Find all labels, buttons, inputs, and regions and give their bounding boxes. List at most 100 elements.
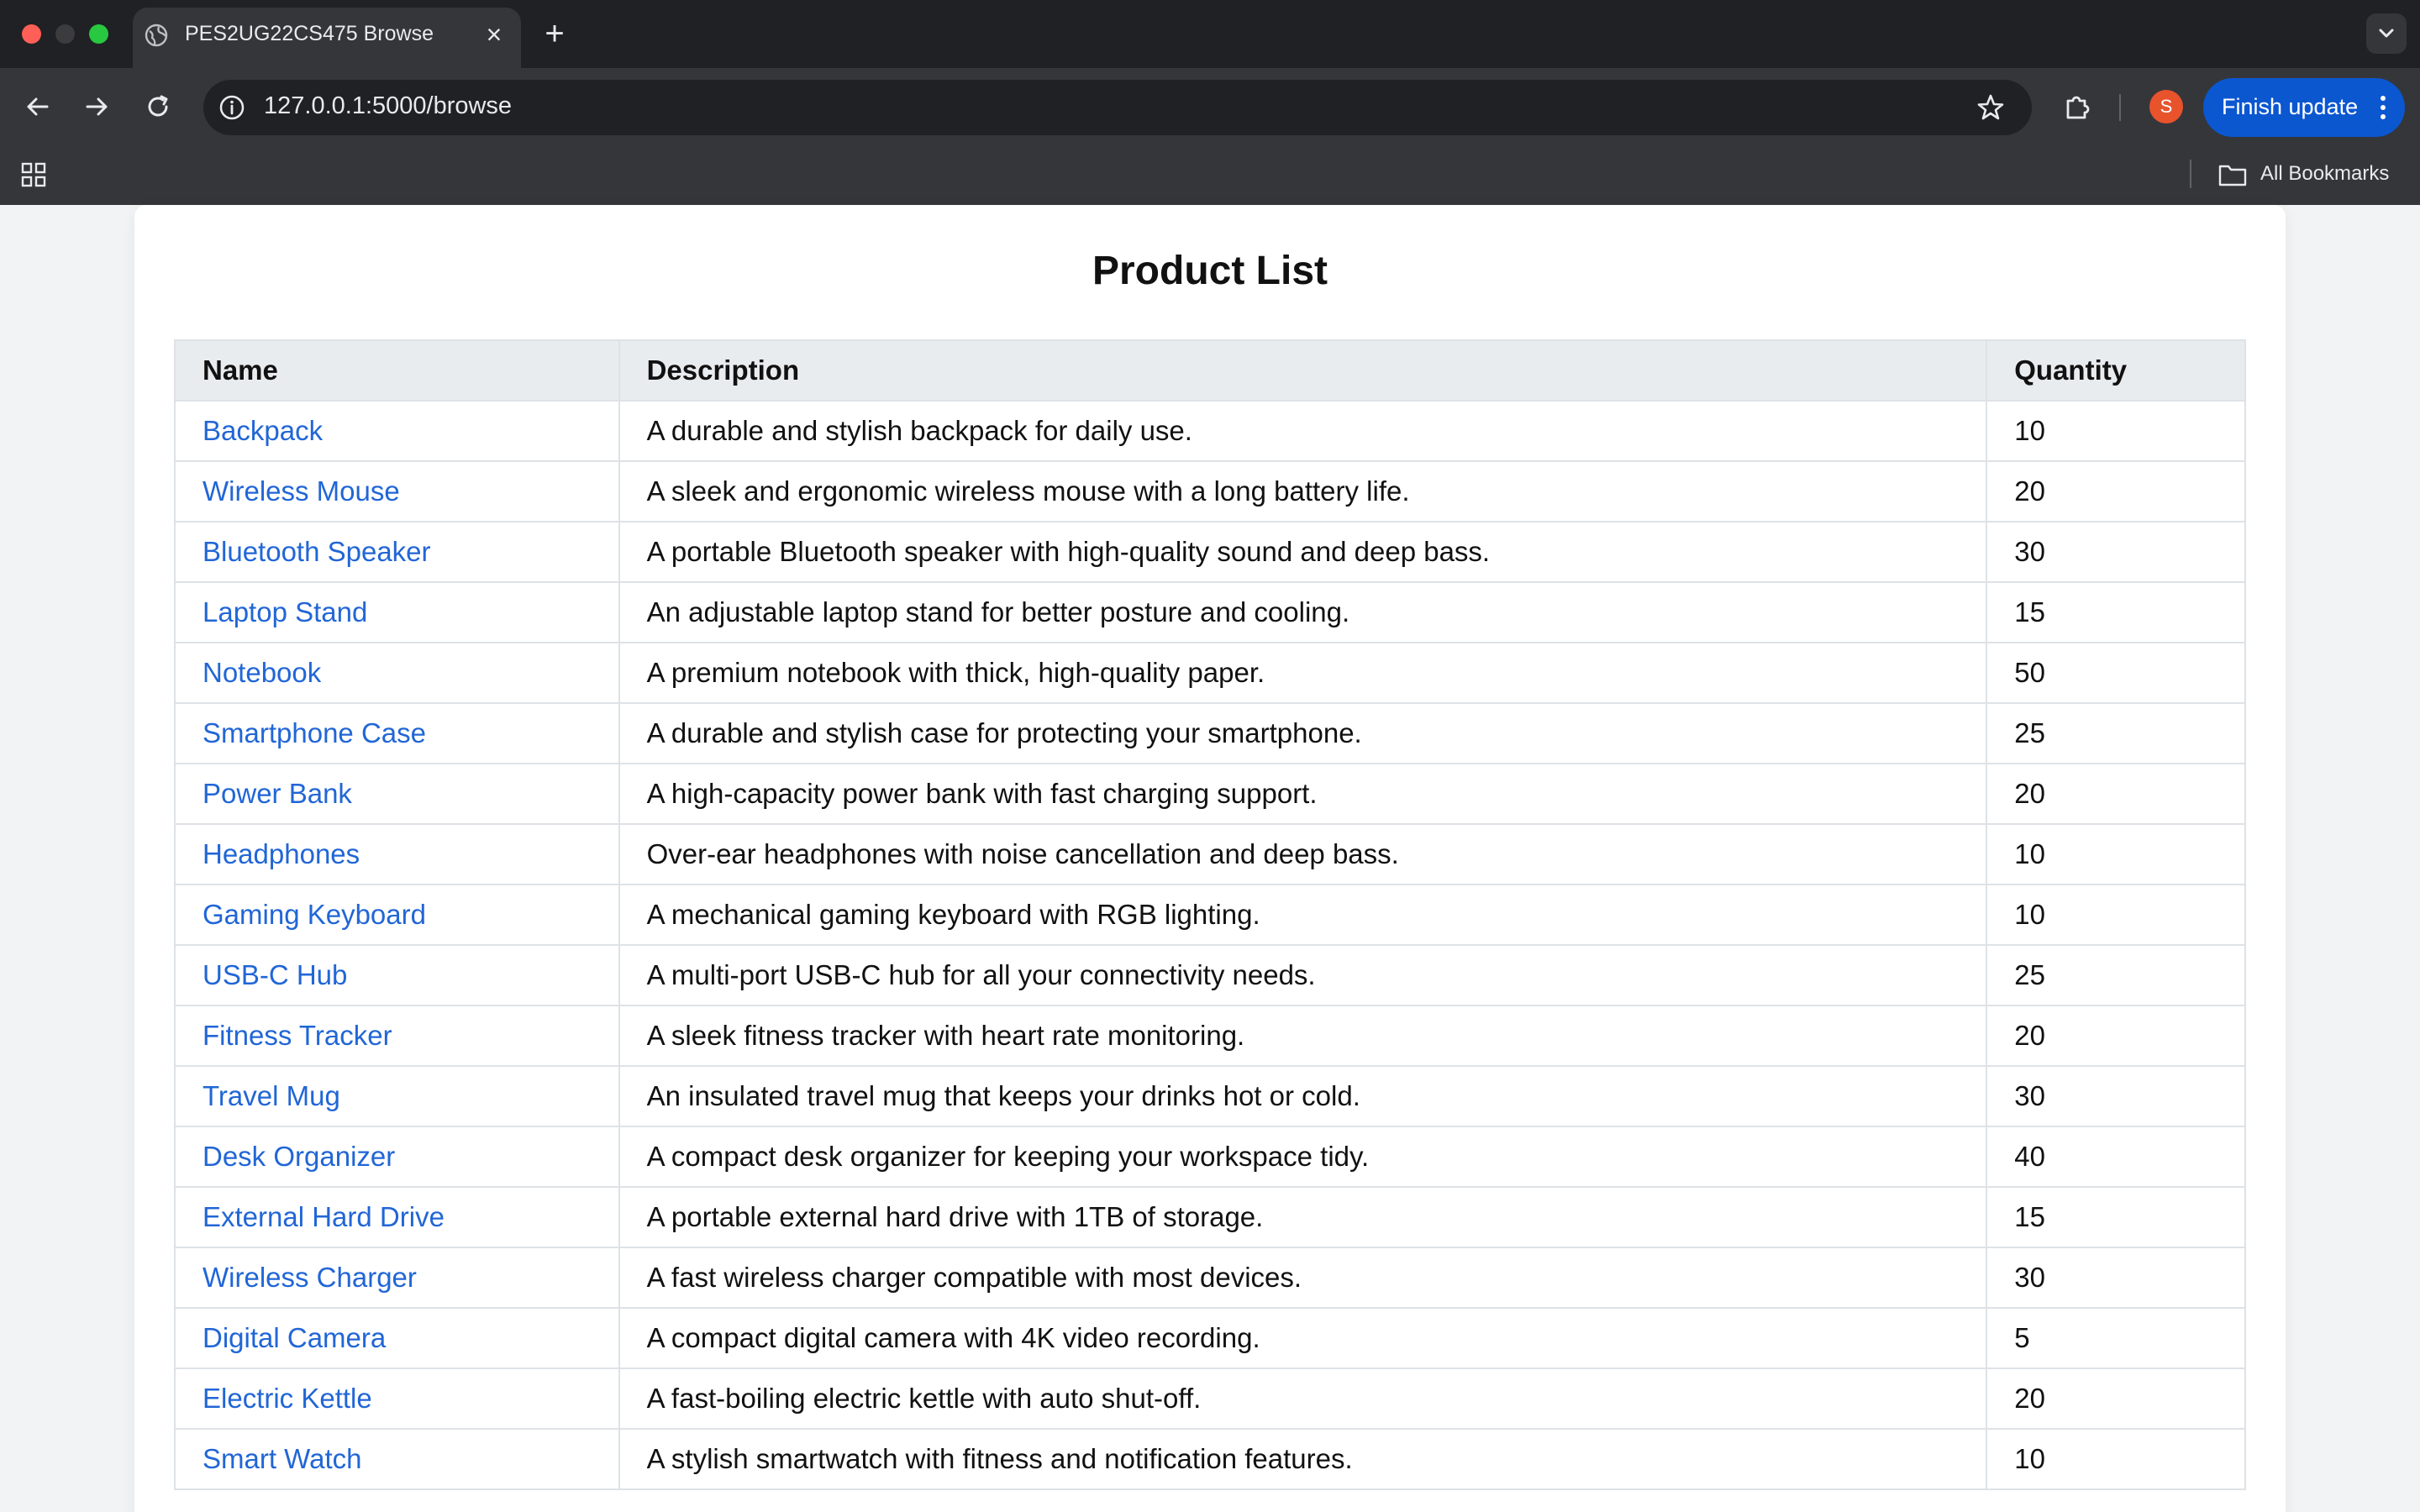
product-quantity-cell: 10 [1986, 1428, 2246, 1490]
product-quantity-cell: 20 [1986, 1368, 2246, 1430]
product-description-cell: A durable and stylish backpack for daily… [618, 400, 1988, 462]
product-quantity-cell: 20 [1986, 763, 2246, 825]
product-description-cell: A mechanical gaming keyboard with RGB li… [618, 884, 1988, 946]
product-name-link[interactable]: Gaming Keyboard [203, 899, 426, 930]
folder-icon [2218, 165, 2247, 186]
product-quantity-cell: 25 [1986, 702, 2246, 764]
finish-update-button[interactable]: Finish update [2203, 78, 2405, 137]
product-description-cell: A sleek and ergonomic wireless mouse wit… [618, 460, 1988, 522]
table-row: Fitness Tracker A sleek fitness tracker w… [174, 1005, 2246, 1067]
product-table-body: Backpack A durable and stylish backpack f… [174, 400, 2246, 1490]
new-tab-icon[interactable]: + [538, 15, 571, 52]
product-description-cell: A high-capacity power bank with fast cha… [618, 763, 1988, 825]
product-description-cell: An insulated travel mug that keeps your … [618, 1065, 1988, 1127]
product-name-link[interactable]: Laptop Stand [203, 596, 367, 627]
product-name-cell: Headphones [174, 823, 620, 885]
product-description-cell: A premium notebook with thick, high-qual… [618, 642, 1988, 704]
site-info-icon[interactable] [217, 92, 247, 123]
product-name-link[interactable]: Travel Mug [203, 1080, 340, 1111]
product-name-cell: Desk Organizer [174, 1126, 620, 1188]
product-description-cell: Over-ear headphones with noise cancellat… [618, 823, 1988, 885]
table-row: Smart Watch A stylish smartwatch with fit… [174, 1428, 2246, 1490]
window-minimize-button[interactable] [55, 24, 75, 44]
product-description-cell: A compact digital camera with 4K video r… [618, 1307, 1988, 1369]
table-row: Desk Organizer A compact desk organizer f… [174, 1126, 2246, 1188]
product-name-cell: Bluetooth Speaker [174, 521, 620, 583]
table-row: Smartphone Case A durable and stylish cas… [174, 702, 2246, 764]
product-name-cell: Travel Mug [174, 1065, 620, 1127]
product-name-cell: USB-C Hub [174, 944, 620, 1006]
table-row: Power Bank A high-capacity power bank wit… [174, 763, 2246, 825]
product-name-link[interactable]: Notebook [203, 657, 321, 688]
product-name-link[interactable]: External Hard Drive [203, 1201, 445, 1232]
product-description-cell: An adjustable laptop stand for better po… [618, 581, 1988, 643]
product-name-link[interactable]: Smartphone Case [203, 717, 426, 748]
table-row: Bluetooth Speaker A portable Bluetooth sp… [174, 521, 2246, 583]
tab-search-button[interactable] [2366, 13, 2407, 54]
column-header-quantity: Quantity [1986, 339, 2246, 402]
extensions-puzzle-icon[interactable] [2060, 90, 2094, 123]
bookmark-star-icon[interactable] [1975, 92, 2007, 123]
finish-update-label: Finish update [2222, 94, 2359, 119]
product-name-link[interactable]: Wireless Charger [203, 1262, 417, 1293]
table-row: Backpack A durable and stylish backpack f… [174, 400, 2246, 462]
column-header-description: Description [618, 339, 1988, 402]
product-name-link[interactable]: USB-C Hub [203, 959, 347, 990]
table-row: Headphones Over-ear headphones with noise… [174, 823, 2246, 885]
product-description-cell: A multi-port USB-C hub for all your conn… [618, 944, 1988, 1006]
page-viewport: Product List Name Description Quantity B… [0, 205, 2420, 1512]
window-zoom-button[interactable] [89, 24, 108, 44]
all-bookmarks-button[interactable]: All Bookmarks [2260, 162, 2389, 186]
product-quantity-cell: 10 [1986, 884, 2246, 946]
browser-tab-strip: PES2UG22CS475 Browse × + [0, 0, 2420, 68]
product-name-cell: Wireless Charger [174, 1247, 620, 1309]
product-name-cell: Digital Camera [174, 1307, 620, 1369]
reload-icon[interactable] [141, 90, 175, 123]
apps-grid-icon[interactable] [20, 161, 47, 188]
forward-arrow-icon[interactable] [81, 90, 114, 123]
product-description-cell: A portable Bluetooth speaker with high-q… [618, 521, 1988, 583]
globe-icon [145, 24, 168, 47]
back-arrow-icon[interactable] [20, 90, 54, 123]
product-name-link[interactable]: Desk Organizer [203, 1141, 395, 1172]
product-quantity-cell: 30 [1986, 1065, 2246, 1127]
product-name-cell: Backpack [174, 400, 620, 462]
product-quantity-cell: 25 [1986, 944, 2246, 1006]
table-row: Gaming Keyboard A mechanical gaming keybo… [174, 884, 2246, 946]
product-quantity-cell: 50 [1986, 642, 2246, 704]
product-description-cell: A portable external hard drive with 1TB … [618, 1186, 1988, 1248]
product-quantity-cell: 40 [1986, 1126, 2246, 1188]
product-description-cell: A durable and stylish case for protectin… [618, 702, 1988, 764]
product-name-link[interactable]: Backpack [203, 415, 323, 446]
product-name-link[interactable]: Bluetooth Speaker [203, 536, 431, 567]
window-close-button[interactable] [22, 24, 41, 44]
product-name-link[interactable]: Digital Camera [203, 1322, 386, 1353]
product-quantity-cell: 30 [1986, 521, 2246, 583]
tab-close-icon[interactable]: × [481, 18, 508, 50]
product-name-cell: Laptop Stand [174, 581, 620, 643]
content-card: Product List Name Description Quantity B… [134, 205, 2286, 1512]
bookmarks-divider [2190, 160, 2191, 188]
product-name-link[interactable]: Fitness Tracker [203, 1020, 392, 1051]
product-name-cell: Wireless Mouse [174, 460, 620, 522]
product-name-link[interactable]: Power Bank [203, 778, 352, 809]
table-row: Laptop Stand An adjustable laptop stand f… [174, 581, 2246, 643]
product-name-link[interactable]: Smart Watch [203, 1443, 361, 1474]
product-quantity-cell: 15 [1986, 581, 2246, 643]
product-quantity-cell: 15 [1986, 1186, 2246, 1248]
tab-title: PES2UG22CS475 Browse [185, 22, 434, 45]
product-name-link[interactable]: Electric Kettle [203, 1383, 372, 1414]
product-name-link[interactable]: Headphones [203, 838, 360, 869]
column-header-name: Name [174, 339, 620, 402]
table-header-row: Name Description Quantity [174, 339, 2246, 402]
profile-avatar[interactable]: S [2149, 90, 2183, 123]
product-quantity-cell: 20 [1986, 460, 2246, 522]
product-name-link[interactable]: Wireless Mouse [203, 475, 400, 507]
address-url[interactable]: 127.0.0.1:5000/browse [264, 92, 512, 120]
table-row: Notebook A premium notebook with thick, h… [174, 642, 2246, 704]
product-quantity-cell: 10 [1986, 400, 2246, 462]
product-name-cell: Smart Watch [174, 1428, 620, 1490]
product-quantity-cell: 30 [1986, 1247, 2246, 1309]
table-row: Wireless Charger A fast wireless charger … [174, 1247, 2246, 1309]
table-row: Electric Kettle A fast-boiling electric k… [174, 1368, 2246, 1430]
